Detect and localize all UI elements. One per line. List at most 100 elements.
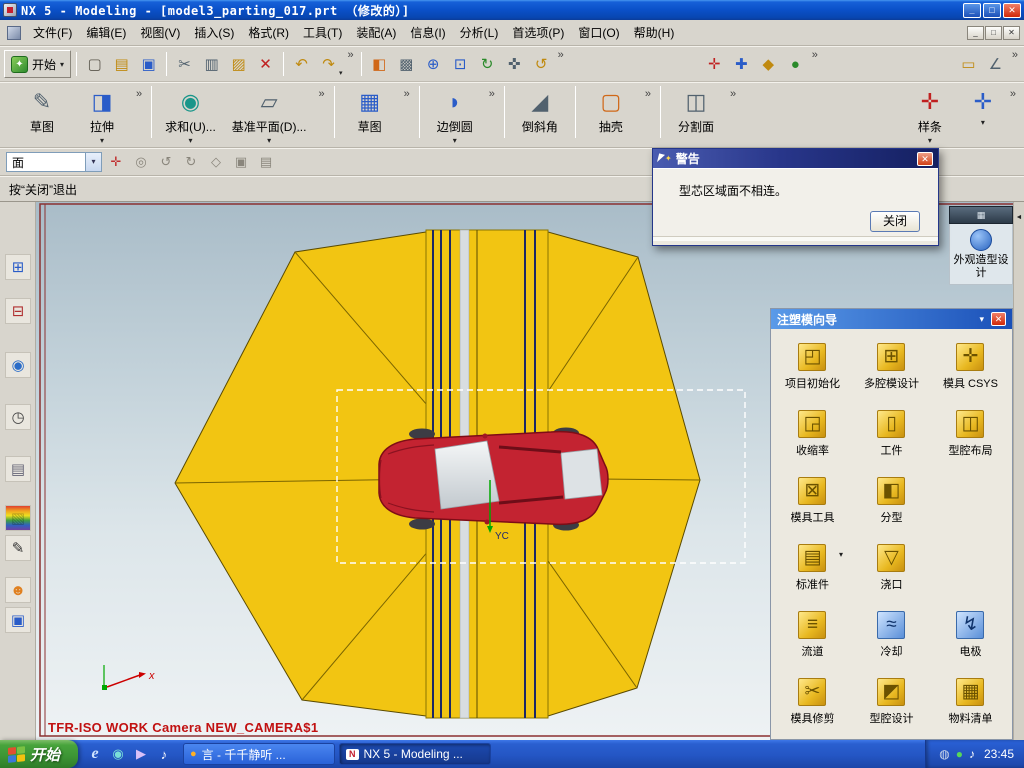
chevron-down-icon[interactable]: ▾ xyxy=(981,118,985,127)
player-icon[interactable]: ▶ xyxy=(132,745,150,763)
overflow-chevron[interactable]: » xyxy=(1012,47,1018,61)
close-icon[interactable]: ✕ xyxy=(917,151,933,166)
chevron-down-icon[interactable]: ▾ xyxy=(839,550,843,559)
snap-cross-icon[interactable]: ✛ xyxy=(105,151,127,173)
sheet-select-icon[interactable]: ▤ xyxy=(255,151,277,173)
redo-icon[interactable]: ↷ xyxy=(316,51,341,77)
tray-volume-icon[interactable]: ♪ xyxy=(969,747,975,761)
warning-dialog-titlebar[interactable]: ✦ 警告 ✕ xyxy=(653,149,938,168)
mw-cooling-button[interactable]: ≈ 冷却 xyxy=(852,601,931,668)
delete-icon[interactable]: ✕ xyxy=(253,51,278,77)
overflow-chevron[interactable]: » xyxy=(136,86,142,100)
chevron-down-icon[interactable]: ▾ xyxy=(979,314,984,325)
shaded-view-icon[interactable]: ▩ xyxy=(394,51,419,77)
menu-analysis[interactable]: 分析(L) xyxy=(453,21,506,44)
chevron-down-icon[interactable]: ▾ xyxy=(453,136,457,145)
styling-palette-item[interactable]: 外观造型设计 xyxy=(949,224,1013,285)
palette-icon[interactable]: ▧ xyxy=(5,505,31,531)
restore-button[interactable]: □ xyxy=(983,2,1001,18)
divide-face-button[interactable]: ◫ 分割面 xyxy=(668,86,724,136)
mdi-minimize-button[interactable]: _ xyxy=(967,25,984,40)
mw-multi-cavity-button[interactable]: ⊞ 多腔模设计 xyxy=(852,333,931,400)
csys-orient-button[interactable]: ✛ ▾ xyxy=(962,86,1004,128)
close-icon[interactable]: ✕ xyxy=(991,312,1006,326)
chevron-down-icon[interactable]: ▾ xyxy=(188,136,192,145)
menu-format[interactable]: 格式(R) xyxy=(241,21,296,44)
menu-help[interactable]: 帮助(H) xyxy=(627,21,682,44)
measure-icon[interactable]: ▭ xyxy=(956,51,981,77)
angle-icon[interactable]: ∠ xyxy=(983,51,1008,77)
datum-icon[interactable]: ✚ xyxy=(729,51,754,77)
sketcher-icon[interactable]: ✎ xyxy=(5,535,31,561)
web-browser-icon[interactable]: ◉ xyxy=(5,352,31,378)
mw-mold-csys-button[interactable]: ✛ 模具 CSYS xyxy=(931,333,1010,400)
mw-bom-button[interactable]: ▦ 物料清单 xyxy=(931,668,1010,735)
new-file-icon[interactable]: ▢ xyxy=(82,51,107,77)
save-icon[interactable]: ▣ xyxy=(136,51,161,77)
datum-plane-button[interactable]: ▱ 基准平面(D)... ▾ xyxy=(226,86,313,146)
mw-gate-button[interactable]: ▽ 浇口 xyxy=(852,534,931,601)
resource-strip-header[interactable]: ▦ xyxy=(949,206,1013,224)
minimize-button[interactable]: _ xyxy=(963,2,981,18)
overflow-chevron[interactable]: » xyxy=(812,47,818,61)
ie-icon[interactable]: e xyxy=(86,745,104,763)
snap-end-icon[interactable]: ● xyxy=(783,51,808,77)
taskbar-task-nx[interactable]: N NX 5 - Modeling ... xyxy=(339,743,492,765)
solid-select-icon[interactable]: ▣ xyxy=(230,151,252,173)
sketch-button[interactable]: ✎ 草图 xyxy=(14,86,70,136)
assembly-navigator-icon[interactable]: ⊞ xyxy=(5,254,31,280)
mw-cavity-design-button[interactable]: ◩ 型腔设计 xyxy=(852,668,931,735)
windows-start-button[interactable]: 开始 xyxy=(0,740,79,768)
undo-icon[interactable]: ↶ xyxy=(289,51,314,77)
menu-view[interactable]: 视图(V) xyxy=(133,21,187,44)
part-navigator-icon[interactable]: ▤ xyxy=(5,456,31,482)
mold-wizard-titlebar[interactable]: 注塑模向导 ▾ ✕ xyxy=(771,309,1012,329)
csys-icon[interactable]: ✛ xyxy=(702,51,727,77)
mw-workpiece-button[interactable]: ▯ 工件 xyxy=(852,400,931,467)
refresh-view-icon[interactable]: ↻ xyxy=(475,51,500,77)
menu-edit[interactable]: 编辑(E) xyxy=(79,21,133,44)
overflow-chevron[interactable]: » xyxy=(318,86,324,100)
music-icon[interactable]: ♪ xyxy=(155,745,173,763)
collapse-arrow-icon[interactable]: ◄ xyxy=(1014,214,1024,221)
mw-electrode-button[interactable]: ↯ 电极 xyxy=(931,601,1010,668)
menu-insert[interactable]: 插入(S) xyxy=(187,21,241,44)
tray-network-icon[interactable]: ◍ xyxy=(939,747,949,761)
chevron-down-icon[interactable]: ▾ xyxy=(267,136,271,145)
car-model[interactable] xyxy=(378,427,609,531)
overflow-chevron[interactable]: » xyxy=(489,86,495,100)
chevron-down-icon[interactable]: ▾ xyxy=(100,136,104,145)
mw-mold-tools-button[interactable]: ⊠ 模具工具 xyxy=(773,467,852,534)
system-window-icon[interactable]: ▣ xyxy=(5,607,31,633)
chevron-down-icon[interactable]: ▾ xyxy=(928,136,932,145)
spline-button[interactable]: ✛ 样条 ▾ xyxy=(902,86,958,146)
overflow-chevron[interactable]: » xyxy=(645,86,651,100)
menu-tools[interactable]: 工具(T) xyxy=(296,21,349,44)
mw-mold-trim-button[interactable]: ✂ 模具修剪 xyxy=(773,668,852,735)
menu-window[interactable]: 窗口(O) xyxy=(571,21,626,44)
selection-filter-combobox[interactable]: 面 ▾ xyxy=(6,152,102,172)
warning-close-button[interactable]: 关闭 xyxy=(870,211,920,232)
sketch2-button[interactable]: ▦ 草图 xyxy=(342,86,398,136)
constraint-navigator-icon[interactable]: ⊟ xyxy=(5,298,31,324)
overflow-chevron[interactable]: » xyxy=(404,86,410,100)
general-select-icon[interactable]: ◎ xyxy=(130,151,152,173)
menu-preferences[interactable]: 首选项(P) xyxy=(505,21,571,44)
cut-icon[interactable]: ✂ xyxy=(172,51,197,77)
media-icon[interactable]: ◉ xyxy=(109,745,127,763)
menu-file[interactable]: 文件(F) xyxy=(26,21,79,44)
overflow-chevron[interactable]: » xyxy=(348,47,354,61)
mw-project-init-button[interactable]: ◰ 项目初始化 xyxy=(773,333,852,400)
mw-runner-button[interactable]: ≡ 流道 xyxy=(773,601,852,668)
zoom-in-icon[interactable]: ⊕ xyxy=(421,51,446,77)
menu-information[interactable]: 信息(I) xyxy=(403,21,452,44)
zoom-window-icon[interactable]: ⊡ xyxy=(448,51,473,77)
mw-standard-parts-button[interactable]: ▤ 标准件 ▾ xyxy=(773,534,852,601)
edge-blend-button[interactable]: ◗ 边倒圆 ▾ xyxy=(427,86,483,146)
copy-icon[interactable]: ▥ xyxy=(199,51,224,77)
snap-point-icon[interactable]: ◆ xyxy=(756,51,781,77)
start-menu-button[interactable]: ✦ 开始 ▾ xyxy=(4,50,72,78)
overflow-chevron[interactable]: » xyxy=(558,47,564,61)
unite-button[interactable]: ◉ 求和(U)... ▾ xyxy=(159,86,222,146)
mw-cavity-layout-button[interactable]: ◫ 型腔布局 xyxy=(931,400,1010,467)
